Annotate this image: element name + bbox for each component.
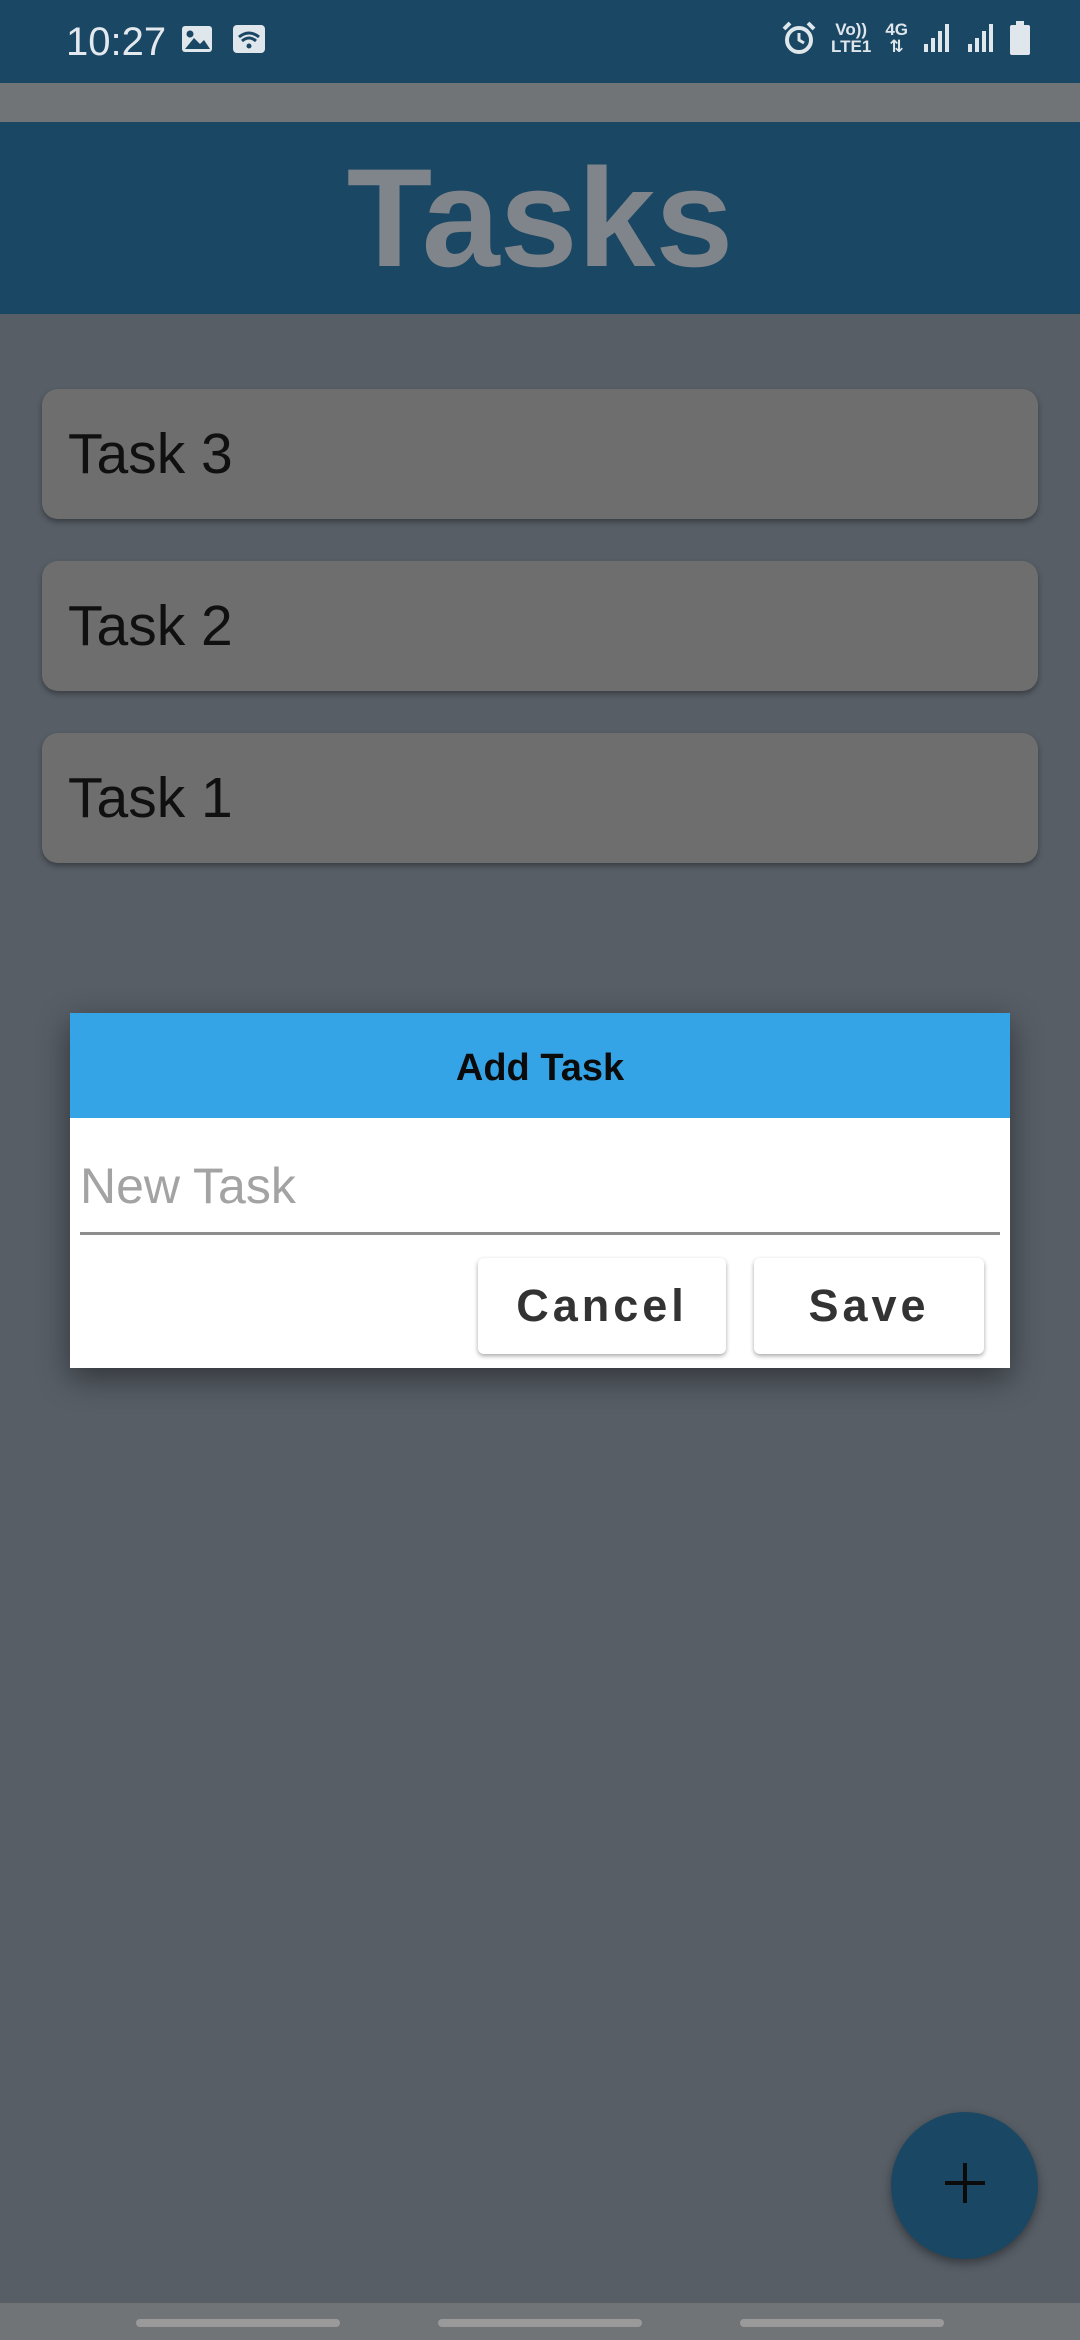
- data-arrows-icon: ⇅: [889, 37, 904, 56]
- nav-home-handle[interactable]: [438, 2319, 642, 2327]
- cancel-button[interactable]: Cancel: [478, 1258, 726, 1354]
- dialog-title: Add Task: [455, 1047, 625, 1089]
- navigation-bar: [0, 2303, 1080, 2340]
- battery-icon: [1010, 21, 1030, 55]
- wifi-icon: [232, 24, 266, 54]
- task-label: Task 3: [68, 422, 233, 486]
- plus-icon: [943, 2161, 987, 2210]
- nav-back-handle[interactable]: [740, 2319, 944, 2327]
- status-time: 10:27: [66, 20, 167, 64]
- toolbar-strip: [0, 83, 1080, 122]
- app-header: Tasks: [0, 122, 1080, 314]
- task-label: Task 2: [68, 594, 233, 658]
- volte-bottom-text: LTE1: [831, 37, 872, 56]
- image-icon: [180, 24, 214, 54]
- status-left-icons: [180, 24, 266, 54]
- page-title: Tasks: [346, 139, 734, 296]
- task-list: Task 3 Task 2 Task 1: [42, 389, 1038, 905]
- status-bar: 10:27 Vo)) LTE1 4G ⇅: [0, 0, 1080, 83]
- signal-icon: [966, 22, 996, 54]
- save-button[interactable]: Save: [754, 1258, 984, 1354]
- signal-icon: [922, 22, 952, 54]
- alarm-icon: [781, 20, 817, 56]
- task-label: Task 1: [68, 766, 233, 830]
- task-card[interactable]: Task 2: [42, 561, 1038, 691]
- volte-icon: Vo)) LTE1: [831, 21, 871, 55]
- add-task-fab[interactable]: [891, 2112, 1038, 2259]
- new-task-input[interactable]: [80, 1139, 1000, 1235]
- task-card[interactable]: Task 1: [42, 733, 1038, 863]
- network-type-text: 4G: [885, 20, 908, 39]
- volte-top-text: Vo)): [835, 20, 868, 39]
- 4g-icon: 4G ⇅: [885, 21, 908, 55]
- task-card[interactable]: Task 3: [42, 389, 1038, 519]
- dialog-header: Add Task: [70, 1013, 1010, 1118]
- status-right-icons: Vo)) LTE1 4G ⇅: [781, 20, 1030, 56]
- nav-recents-handle[interactable]: [136, 2319, 340, 2327]
- add-task-dialog: Add Task Cancel Save: [70, 1013, 1010, 1368]
